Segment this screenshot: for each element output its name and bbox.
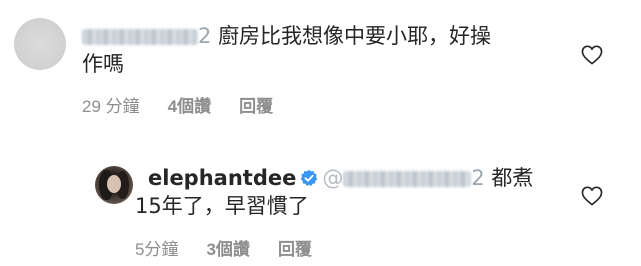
avatar[interactable] [95,166,133,204]
comment-text-line2: 作嗎 [82,52,124,76]
comment-time: 29 分鐘 [82,97,140,116]
blurred-mention[interactable] [343,171,472,187]
mention-tail: 2 [471,166,485,190]
comment-text-line2: 15年了，早習慣了 [135,194,309,218]
comment-item: 2 廚房比我想像中要小耶，好操 作嗎 29 分鐘 4個讚 回覆 [0,0,641,130]
avatar[interactable] [14,18,66,70]
blurred-username[interactable] [82,29,198,45]
comment-text: 廚房比我想像中要小耶，好操 [218,24,492,48]
comment-meta: 29 分鐘 4個讚 回覆 [82,92,301,117]
username-tail: 2 [198,24,212,48]
reply-button[interactable]: 回覆 [239,97,273,116]
heart-outline-icon[interactable] [581,45,603,65]
username-link[interactable]: elephantdee [148,166,296,190]
comment-body: elephantdee @2 都煮 [148,164,533,192]
heart-outline-icon[interactable] [581,186,603,206]
comment-meta: 5分鐘 3個讚 回覆 [135,235,340,260]
comment-text: 都煮 [491,166,534,190]
comment-item: elephantdee @2 都煮 15年了，早習慣了 5分鐘 3個讚 回覆 [0,140,641,266]
mention-prefix[interactable]: @ [322,166,343,190]
like-count[interactable]: 3個讚 [206,240,249,259]
comment-time: 5分鐘 [135,240,179,259]
verified-badge-icon [301,169,318,186]
reply-button[interactable]: 回覆 [278,240,312,259]
avatar-face [107,175,121,193]
comment-body: 2 廚房比我想像中要小耶，好操 [82,22,491,50]
like-count[interactable]: 4個讚 [168,97,211,116]
